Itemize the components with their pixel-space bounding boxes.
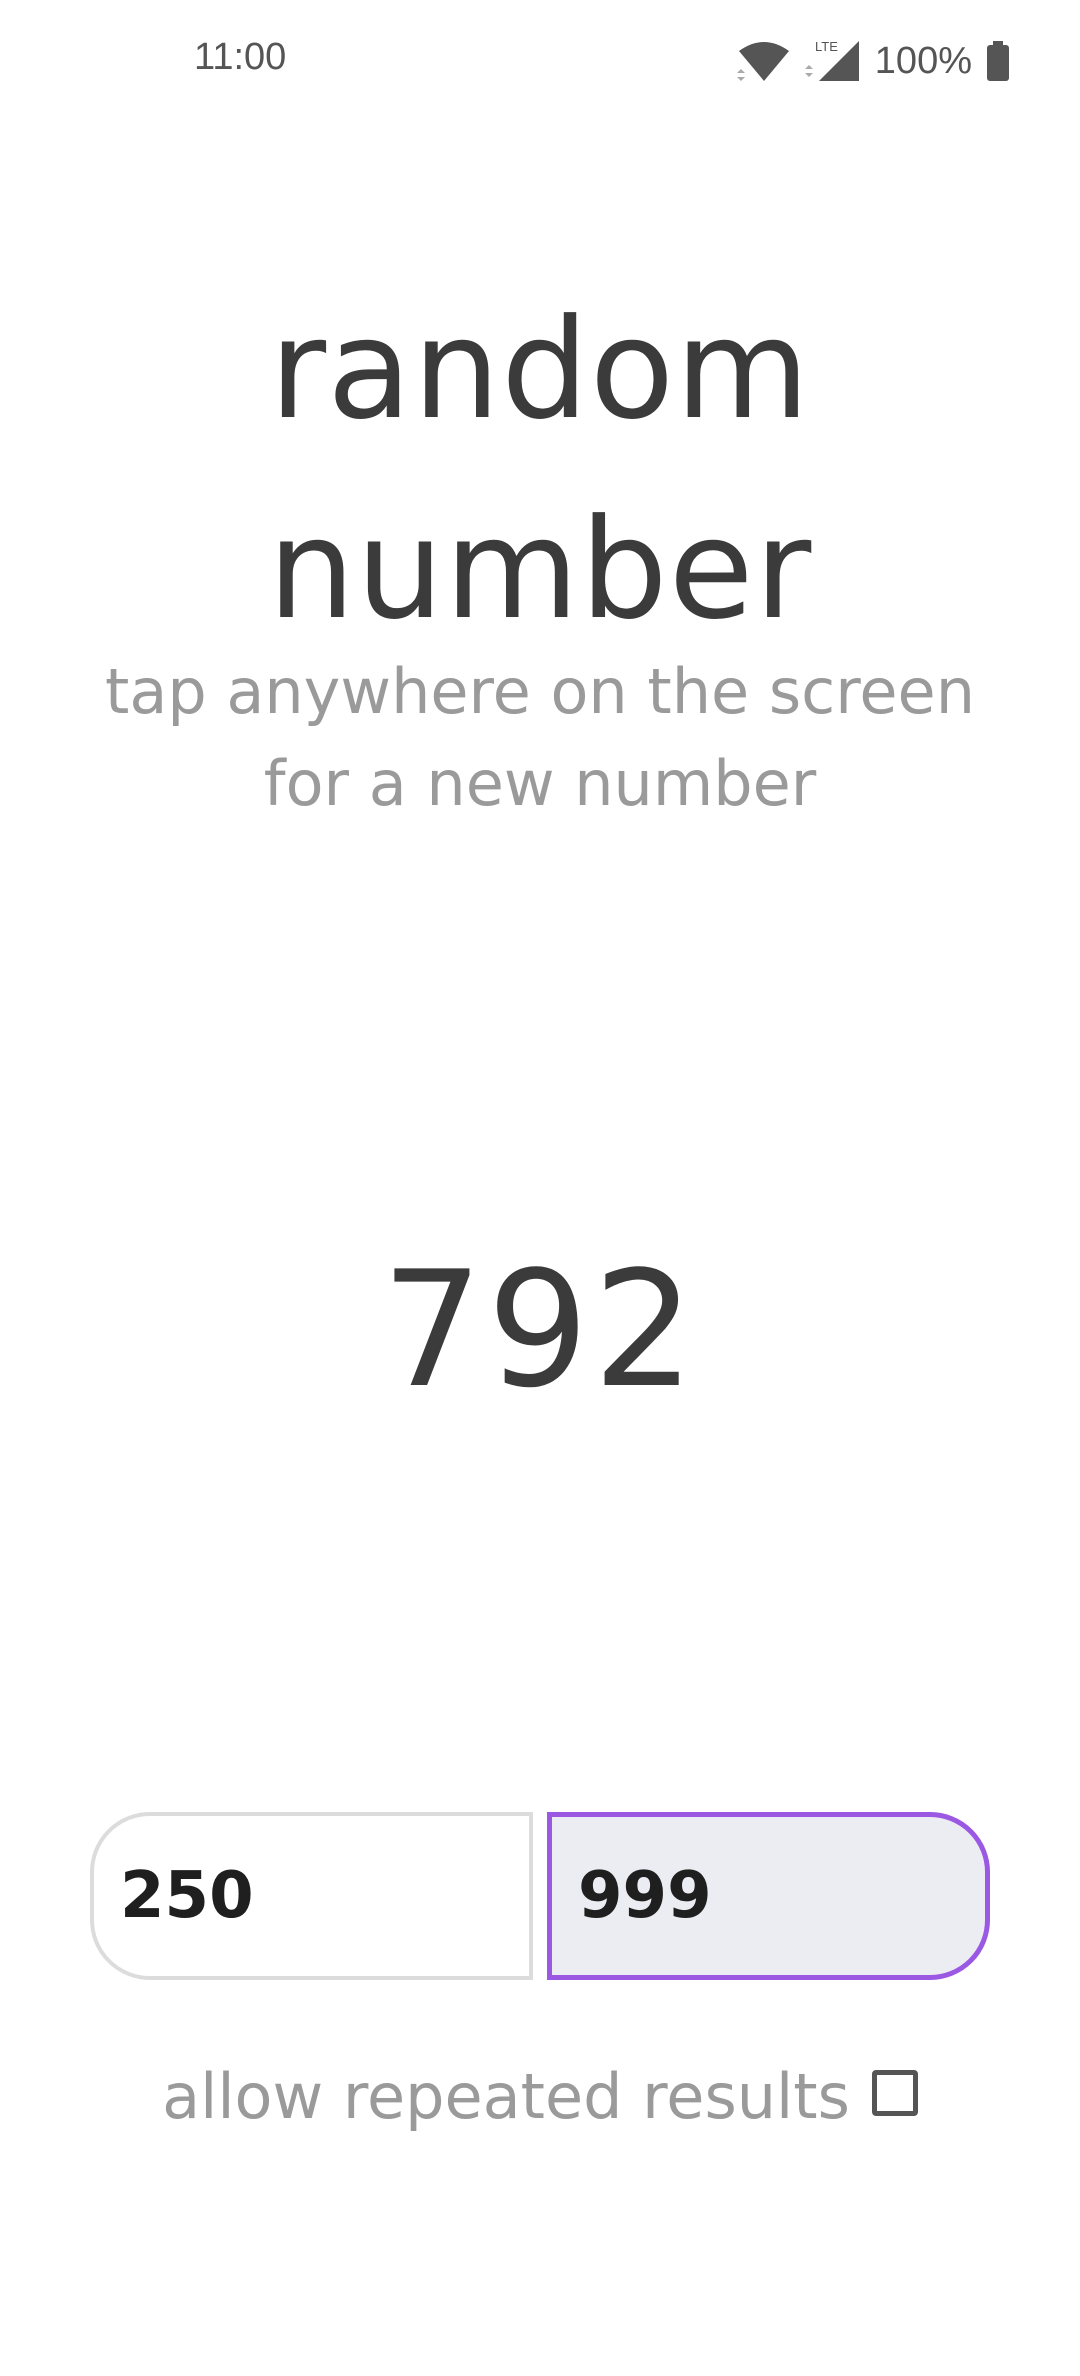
range-inputs: 250 999 [90, 1812, 990, 1980]
signal-icon: LTE [804, 39, 861, 83]
status-icons: LTE 100% [736, 36, 1010, 86]
instructions-text: tap anywhere on the screen for a new num… [0, 646, 1080, 830]
battery-percent: 100% [874, 39, 972, 82]
allow-repeated-label: allow repeated results [162, 2060, 850, 2133]
svg-text:LTE: LTE [815, 39, 838, 54]
min-value-input[interactable]: 250 [90, 1812, 533, 1980]
title-line-2: number [267, 489, 813, 650]
wifi-icon [736, 39, 791, 83]
title-line-1: random [269, 289, 811, 450]
random-number-result: 792 [381, 1236, 699, 1423]
status-time: 11:00 [194, 36, 287, 78]
page-title: random number [0, 270, 1080, 670]
subtitle-line-1: tap anywhere on the screen [105, 655, 975, 728]
allow-repeated-option[interactable]: allow repeated results [0, 2060, 1080, 2133]
subtitle-line-2: for a new number [263, 747, 817, 820]
app-screen[interactable]: 11:00 LTE 100% random number tap anywher… [0, 0, 1080, 2376]
allow-repeated-checkbox[interactable] [871, 2069, 918, 2116]
battery-icon [986, 41, 1010, 81]
status-bar: 11:00 LTE 100% [0, 0, 1080, 120]
max-value-input[interactable]: 999 [547, 1812, 990, 1980]
